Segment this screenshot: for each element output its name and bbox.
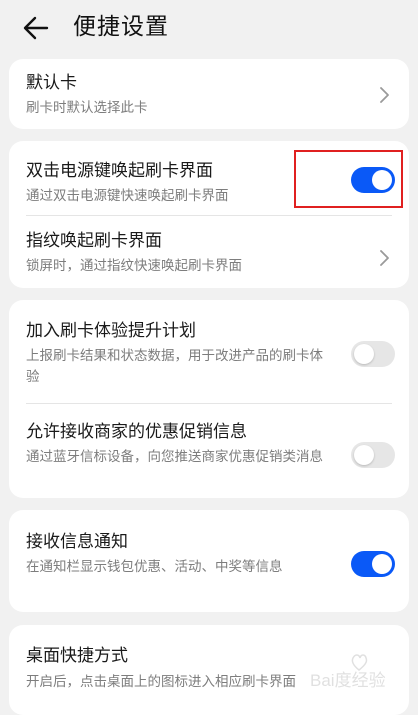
page-title: 便捷设置 bbox=[73, 14, 169, 40]
experience-plan-toggle[interactable] bbox=[351, 341, 395, 367]
back-button[interactable] bbox=[20, 10, 60, 46]
desktop-shortcut-subtitle: 开启后，点击桌面上的图标进入相应刷卡界面 bbox=[26, 674, 296, 690]
default-card-title: 默认卡 bbox=[26, 73, 77, 93]
merchant-promo-subtitle: 通过蓝牙信标设备，向您推送商家优惠促销类消息 bbox=[26, 449, 323, 465]
toggle-knob bbox=[372, 554, 392, 574]
double-click-row[interactable]: 双击电源键唤起刷卡界面 通过双击电源键快速唤起刷卡界面 bbox=[9, 141, 409, 215]
default-card-subtitle: 刷卡时默认选择此卡 bbox=[26, 100, 148, 116]
toggle-knob bbox=[354, 445, 374, 465]
toggle-knob bbox=[354, 344, 374, 364]
experience-plan-title: 加入刷卡体验提升计划 bbox=[26, 321, 196, 341]
chevron-right-icon bbox=[380, 250, 389, 266]
notifications-toggle[interactable] bbox=[351, 551, 395, 577]
chevron-right-icon bbox=[380, 87, 389, 103]
fingerprint-title: 指纹唤起刷卡界面 bbox=[26, 231, 162, 251]
notifications-row[interactable]: 接收信息通知 在通知栏显示钱包优惠、活动、中奖等信息 bbox=[9, 510, 409, 612]
notification-section: 接收信息通知 在通知栏显示钱包优惠、活动、中奖等信息 bbox=[9, 510, 409, 612]
experience-plan-subtitle: 上报刷卡结果和状态数据，用于改进产品的刷卡体验 bbox=[26, 348, 323, 385]
toggle-knob bbox=[372, 170, 392, 190]
arrow-left-icon bbox=[23, 16, 49, 40]
default-card-section: 默认卡 刷卡时默认选择此卡 bbox=[9, 59, 409, 129]
fingerprint-row[interactable]: 指纹唤起刷卡界面 锁屏时，通过指纹快速唤起刷卡界面 bbox=[9, 216, 409, 288]
experience-plan-row[interactable]: 加入刷卡体验提升计划 上报刷卡结果和状态数据，用于改进产品的刷卡体验 bbox=[9, 300, 409, 403]
notifications-subtitle: 在通知栏显示钱包优惠、活动、中奖等信息 bbox=[26, 559, 283, 575]
notifications-title: 接收信息通知 bbox=[26, 532, 128, 552]
merchant-promo-row[interactable]: 允许接收商家的优惠促销信息 通过蓝牙信标设备，向您推送商家优惠促销类消息 bbox=[9, 404, 409, 498]
privacy-section: 加入刷卡体验提升计划 上报刷卡结果和状态数据，用于改进产品的刷卡体验 允许接收商… bbox=[9, 300, 409, 498]
fingerprint-subtitle: 锁屏时，通过指纹快速唤起刷卡界面 bbox=[26, 258, 242, 274]
default-card-row[interactable]: 默认卡 刷卡时默认选择此卡 bbox=[9, 59, 409, 129]
double-click-subtitle: 通过双击电源键快速唤起刷卡界面 bbox=[26, 188, 229, 204]
double-click-title: 双击电源键唤起刷卡界面 bbox=[26, 161, 213, 181]
merchant-promo-title: 允许接收商家的优惠促销信息 bbox=[26, 422, 247, 442]
desktop-shortcut-title: 桌面快捷方式 bbox=[26, 646, 128, 666]
app-header: 便捷设置 bbox=[0, 0, 418, 58]
quick-launch-section: 双击电源键唤起刷卡界面 通过双击电源键快速唤起刷卡界面 指纹唤起刷卡界面 锁屏时… bbox=[9, 141, 409, 288]
merchant-promo-toggle[interactable] bbox=[351, 442, 395, 468]
double-click-toggle[interactable] bbox=[351, 167, 395, 193]
